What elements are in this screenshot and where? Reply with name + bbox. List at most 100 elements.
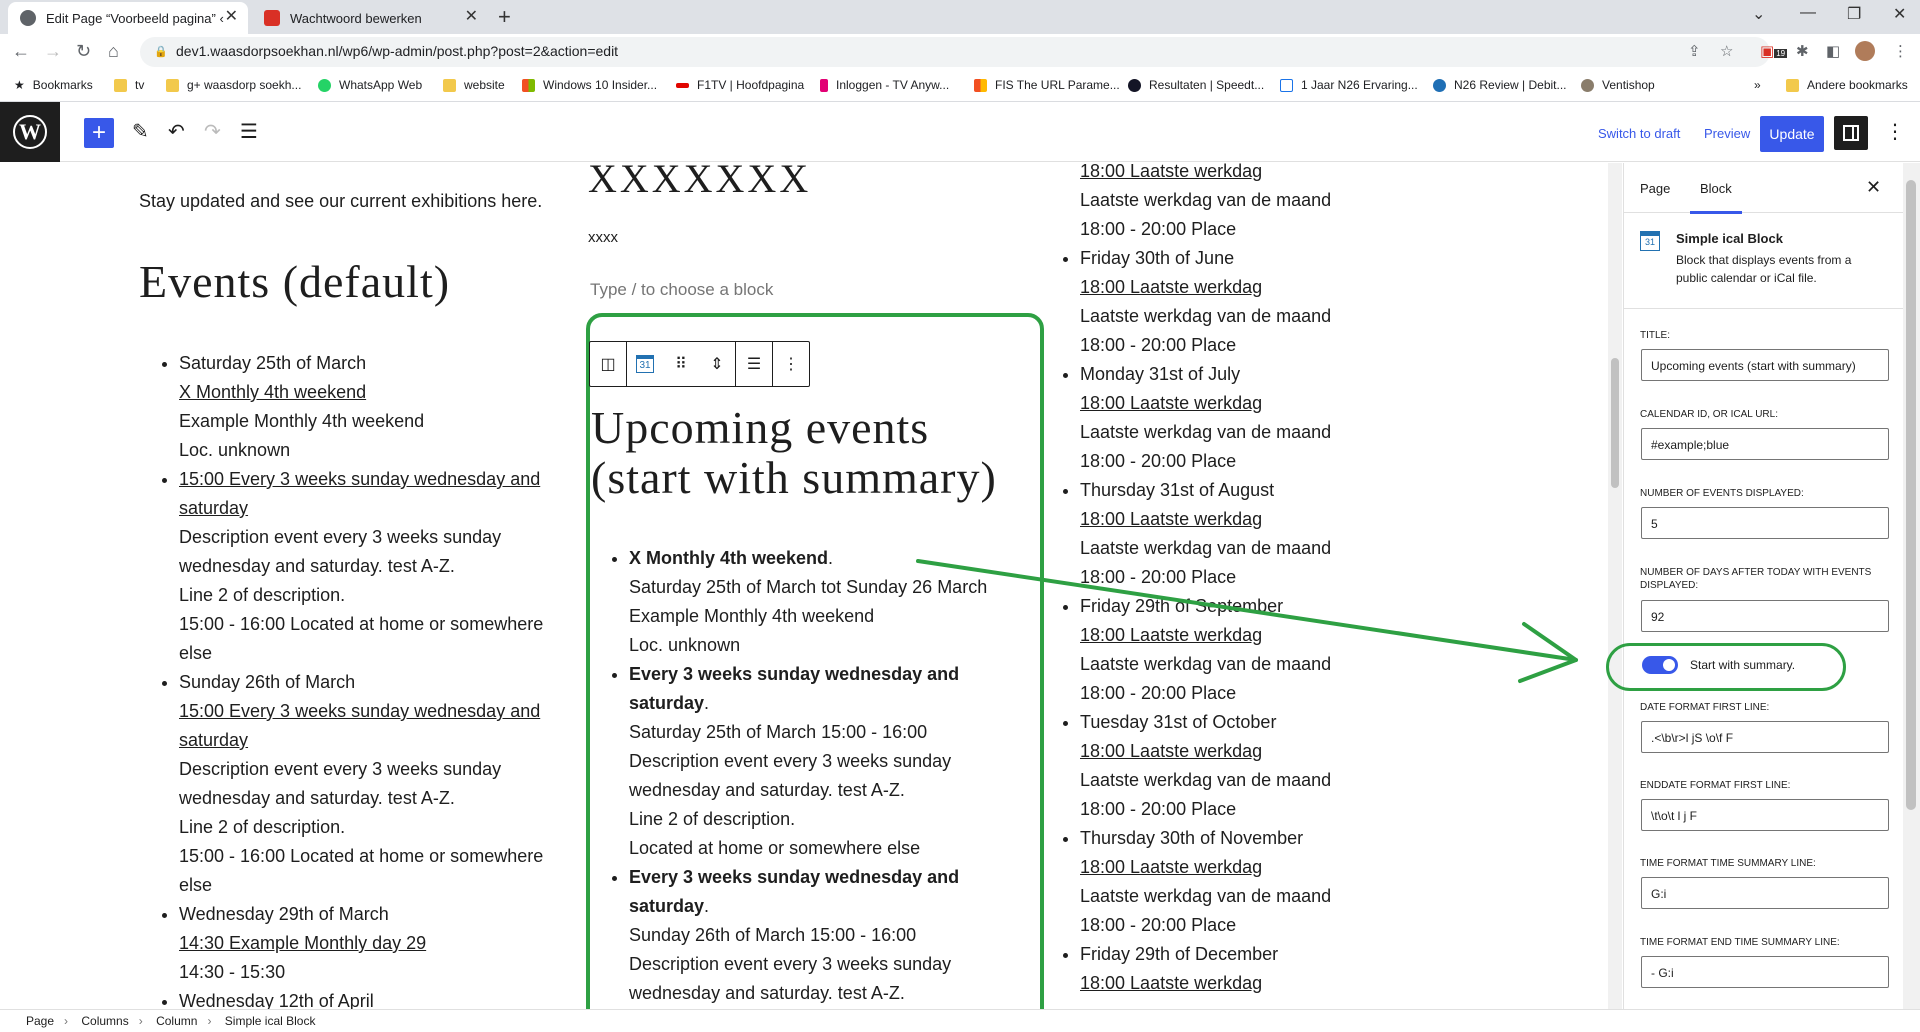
share-icon[interactable]: ⇪ (1688, 42, 1701, 60)
f1-icon (676, 82, 689, 88)
lock-icon: 🔒 (154, 46, 168, 58)
back-icon[interactable]: ← (12, 41, 30, 61)
breadcrumb-column[interactable]: Column (156, 1014, 197, 1028)
bookmark-item[interactable]: WhatsApp Web (318, 78, 422, 92)
bookmark-item[interactable]: Inloggen - TV Anyw... (820, 78, 949, 92)
end-time-format-input[interactable]: - G:i (1641, 956, 1889, 988)
bookmark-star-icon[interactable]: ☆ (1720, 42, 1733, 60)
undo-icon[interactable]: ↶ (168, 120, 185, 144)
tab-block[interactable]: Block (1690, 181, 1742, 214)
bookmark-item[interactable]: F1TV | Hoofdpagina (676, 78, 804, 92)
sidebar-scroll-thumb[interactable] (1906, 180, 1916, 810)
bookmarks-bar: ★ Bookmarks tv g+ waasdorp soekh... Whats… (0, 70, 1920, 102)
extension-calendar-icon[interactable]: ▣ 19 (1760, 42, 1788, 60)
close-icon[interactable]: ✕ (1866, 177, 1881, 198)
side-panel-icon[interactable]: ◧ (1826, 42, 1840, 60)
wordpress-favicon-icon (20, 10, 36, 26)
bookmark-label: Inloggen - TV Anyw... (836, 78, 950, 92)
bookmark-label: WhatsApp Web (339, 78, 423, 92)
calendar-id-input[interactable]: #example;blue (1641, 428, 1889, 460)
bookmark-item[interactable]: website (443, 78, 505, 92)
preview-button[interactable]: Preview (1704, 126, 1750, 141)
bookmark-item[interactable]: Andere bookmarks (1786, 78, 1908, 92)
bookmark-label: Andere bookmarks (1807, 78, 1908, 92)
breadcrumb-columns[interactable]: Columns (81, 1014, 128, 1028)
block-inserter-button[interactable]: + (84, 118, 114, 148)
calendar-icon: 31 (1640, 231, 1660, 251)
time-format-input[interactable]: G:i (1641, 877, 1889, 909)
tab-search-icon[interactable]: ⌄ (1752, 4, 1765, 24)
canvas-scroll-thumb[interactable] (1611, 358, 1619, 488)
minimize-icon[interactable]: — (1800, 4, 1816, 22)
bookmark-item[interactable]: FIS The URL Parame... (974, 78, 1120, 92)
close-tab-icon[interactable]: ✕ (225, 9, 238, 25)
star-icon: ★ (14, 78, 25, 92)
calendar-id-label: CALENDAR ID, OR ICAL URL: (1640, 409, 1778, 420)
editor-canvas: Stay updated and see our current exhibit… (0, 163, 1608, 1009)
z-icon (1280, 78, 1293, 92)
date-format-input[interactable]: .<\b\r>l jS \o\f F (1641, 721, 1889, 753)
bookmark-item[interactable]: Resultaten | Speedt... (1128, 78, 1264, 92)
browser-menu-icon[interactable]: ⋮ (1893, 42, 1908, 60)
update-button[interactable]: Update (1760, 116, 1824, 152)
bookmark-label: Resultaten | Speedt... (1149, 78, 1265, 92)
folder-icon (114, 78, 127, 92)
switch-to-draft-button[interactable]: Switch to draft (1598, 126, 1680, 141)
extensions-puzzle-icon[interactable]: ✱ (1796, 42, 1809, 60)
bookmark-item[interactable]: N26 Review | Debit... (1433, 78, 1567, 92)
canvas-scrollbar[interactable] (1608, 163, 1622, 1009)
close-window-icon[interactable]: ✕ (1893, 4, 1906, 24)
profile-avatar[interactable] (1855, 41, 1875, 61)
home-icon[interactable]: ⌂ (108, 41, 119, 61)
bookmark-item[interactable]: 1 Jaar N26 Ervaring... (1280, 78, 1418, 92)
settings-sidebar-toggle[interactable] (1834, 116, 1868, 150)
title-input[interactable]: Upcoming events (start with summary) (1641, 349, 1889, 381)
start-with-summary-toggle[interactable] (1642, 656, 1678, 674)
sidebar-icon (1843, 125, 1859, 141)
address-bar[interactable]: 🔒 dev1.waasdorpsoekhan.nl/wp6/wp-admin/p… (140, 37, 1770, 67)
bookmark-item[interactable]: ★ Bookmarks (14, 78, 93, 92)
folder-icon (166, 78, 179, 92)
days-after-input[interactable]: 92 (1641, 600, 1889, 632)
windows-icon (522, 78, 535, 92)
url-text: dev1.waasdorpsoekhan.nl/wp6/wp-admin/pos… (176, 43, 619, 59)
tab-title: Edit Page “Voorbeeld pagina” ‹ w (46, 10, 226, 26)
enddate-format-input[interactable]: \t\o\t l j F (1641, 799, 1889, 831)
browser-tab-edit-page[interactable]: Edit Page “Voorbeeld pagina” ‹ w ✕ (8, 2, 248, 34)
extension-badge: 19 (1774, 49, 1788, 58)
wordpress-logo-icon[interactable]: W (0, 102, 60, 162)
close-tab-icon[interactable]: ✕ (465, 9, 478, 25)
events-count-input[interactable]: 5 (1641, 507, 1889, 539)
more-bookmarks-icon[interactable]: » (1754, 78, 1761, 92)
edit-tools-icon[interactable]: ✎ (132, 120, 149, 144)
document-overview-icon[interactable]: ☰ (240, 120, 258, 144)
chevron-right-icon: › (207, 1014, 212, 1028)
reload-icon[interactable]: ↻ (76, 41, 91, 61)
title-label: TITLE: (1640, 330, 1671, 341)
options-menu-icon[interactable]: ⋮ (1885, 120, 1905, 144)
bookmark-label: FIS The URL Parame... (995, 78, 1120, 92)
bookmark-item[interactable]: Ventishop (1581, 78, 1655, 92)
date-format-label: DATE FORMAT FIRST LINE: (1640, 702, 1770, 713)
block-card-title: Simple ical Block (1676, 231, 1783, 246)
divider (1624, 308, 1904, 309)
bookmark-item[interactable]: tv (114, 78, 144, 92)
browser-tab-password[interactable]: Wachtwoord bewerken ✕ (252, 2, 488, 34)
tab-title: Wachtwoord bewerken (290, 10, 422, 26)
chevron-right-icon: › (64, 1014, 69, 1028)
sidebar-tabs: Page Block ✕ (1624, 163, 1904, 214)
bookmark-item[interactable]: Windows 10 Insider... (522, 78, 657, 92)
bookmark-item[interactable]: g+ waasdorp soekh... (166, 78, 301, 92)
new-tab-button[interactable]: + (498, 6, 511, 28)
bookmark-label: g+ waasdorp soekh... (187, 78, 302, 92)
speedtest-icon (1128, 78, 1141, 92)
breadcrumb-page[interactable]: Page (26, 1014, 54, 1028)
forward-icon[interactable]: → (44, 41, 62, 61)
redo-icon[interactable]: ↷ (204, 120, 221, 144)
tab-page[interactable]: Page (1640, 181, 1670, 196)
maximize-icon[interactable]: ❐ (1847, 4, 1861, 24)
start-with-summary-label[interactable]: Start with summary. (1690, 658, 1795, 672)
breadcrumb-block: Simple ical Block (224, 1014, 316, 1028)
fis-icon (974, 78, 987, 92)
settings-sidebar: Page Block ✕ 31 Simple ical Block Block … (1606, 163, 1904, 1009)
